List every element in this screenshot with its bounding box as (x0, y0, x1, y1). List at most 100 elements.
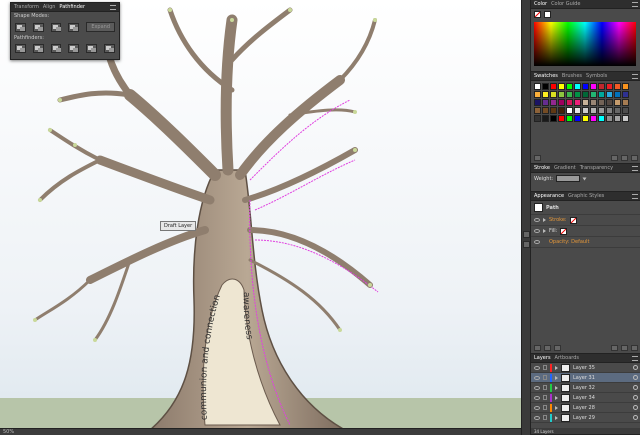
dock-button-1[interactable] (523, 231, 530, 238)
swatch[interactable] (606, 91, 613, 98)
panel-menu-icon[interactable] (632, 193, 638, 199)
swatch[interactable] (590, 107, 597, 114)
swatch[interactable] (582, 91, 589, 98)
lock-icon[interactable] (543, 405, 547, 410)
swatch[interactable] (542, 115, 549, 122)
tab-color[interactable]: Color (534, 1, 547, 7)
layer-row[interactable]: Layer 35 (531, 363, 640, 373)
swatch[interactable] (598, 107, 605, 114)
tab-pathfinder[interactable]: Pathfinder (59, 4, 85, 10)
swatch[interactable] (558, 91, 565, 98)
layer-row[interactable]: Layer 29 (531, 413, 640, 423)
target-icon[interactable] (633, 365, 638, 370)
swatch-library-icon[interactable] (534, 155, 541, 161)
swatch[interactable] (534, 99, 541, 106)
expand-button[interactable]: Expand (86, 22, 116, 32)
swatch[interactable] (622, 83, 629, 90)
eye-icon[interactable] (534, 395, 540, 400)
dock-button-2[interactable] (523, 241, 530, 248)
color-spectrum[interactable] (534, 22, 636, 66)
stroke-color-chip[interactable] (569, 216, 577, 224)
tab-artboards[interactable]: Artboards (555, 355, 579, 361)
trim-button[interactable] (32, 44, 44, 53)
expand-triangle-icon[interactable] (543, 218, 546, 222)
swatch[interactable] (590, 99, 597, 106)
artboard-canvas[interactable]: communion and connection awareness Trans… (0, 0, 521, 435)
swatch[interactable] (622, 99, 629, 106)
appearance-row-fill[interactable]: Fill: (531, 226, 640, 237)
swatch[interactable] (598, 99, 605, 106)
expand-triangle-icon[interactable] (555, 375, 558, 380)
swatch[interactable] (542, 91, 549, 98)
swatch[interactable] (542, 99, 549, 106)
swatch[interactable] (614, 115, 621, 122)
swatch[interactable] (550, 99, 557, 106)
swatch[interactable] (598, 115, 605, 122)
eye-icon[interactable] (534, 385, 540, 390)
divide-button[interactable] (15, 44, 26, 53)
expand-triangle-icon[interactable] (543, 229, 546, 233)
swatch[interactable] (574, 91, 581, 98)
target-icon[interactable] (633, 415, 638, 420)
appearance-row-opacity[interactable]: Opacity: Default (531, 237, 640, 248)
swatch[interactable] (590, 115, 597, 122)
swatch[interactable] (582, 115, 589, 122)
swatch[interactable] (574, 115, 581, 122)
swatch[interactable] (582, 83, 589, 90)
swatch[interactable] (534, 107, 541, 114)
swatch[interactable] (582, 107, 589, 114)
tab-layers[interactable]: Layers (534, 355, 551, 361)
tab-brushes[interactable]: Brushes (562, 73, 582, 79)
tab-graphic-styles[interactable]: Graphic Styles (568, 193, 604, 199)
minus-front-button[interactable] (32, 22, 44, 32)
panel-menu-icon[interactable] (632, 1, 638, 7)
clear-appearance-icon[interactable] (611, 345, 618, 351)
swatch[interactable] (566, 107, 573, 114)
swatch[interactable] (558, 83, 565, 90)
panel-menu-icon[interactable] (632, 73, 638, 79)
add-fill-icon[interactable] (544, 345, 551, 351)
swatch[interactable] (574, 107, 581, 114)
new-group-icon[interactable] (611, 155, 618, 161)
swatch[interactable] (566, 115, 573, 122)
tab-gradient[interactable]: Gradient (554, 165, 576, 171)
swatch[interactable] (606, 83, 613, 90)
swatch[interactable] (598, 83, 605, 90)
layer-row[interactable]: Layer 34 (531, 393, 640, 403)
target-icon[interactable] (633, 385, 638, 390)
white-swatch[interactable] (544, 11, 551, 18)
lock-icon[interactable] (543, 385, 547, 390)
new-swatch-icon[interactable] (621, 155, 628, 161)
lock-icon[interactable] (543, 375, 547, 380)
eye-icon[interactable] (534, 365, 540, 370)
layer-row[interactable]: Layer 28 (531, 403, 640, 413)
eye-icon[interactable] (534, 229, 540, 233)
swatch[interactable] (622, 115, 629, 122)
tab-transform[interactable]: Transform (14, 4, 39, 10)
lock-icon[interactable] (543, 365, 547, 370)
swatch[interactable] (614, 99, 621, 106)
swatch[interactable] (614, 83, 621, 90)
eye-icon[interactable] (534, 415, 540, 420)
lock-icon[interactable] (543, 415, 547, 420)
eye-icon[interactable] (534, 218, 540, 222)
panel-menu-icon[interactable] (632, 355, 638, 361)
target-icon[interactable] (633, 375, 638, 380)
swatch[interactable] (574, 83, 581, 90)
swatch[interactable] (582, 99, 589, 106)
chevron-down-icon[interactable] (582, 177, 587, 180)
target-icon[interactable] (633, 405, 638, 410)
swatch[interactable] (534, 83, 541, 90)
add-stroke-icon[interactable] (534, 345, 541, 351)
swatch[interactable] (542, 107, 549, 114)
weight-field[interactable] (556, 175, 581, 182)
tab-stroke[interactable]: Stroke (534, 165, 550, 171)
trash-icon[interactable] (631, 345, 638, 351)
swatch[interactable] (566, 91, 573, 98)
swatch[interactable] (614, 91, 621, 98)
swatch[interactable] (534, 115, 541, 122)
target-icon[interactable] (633, 395, 638, 400)
swatch[interactable] (590, 83, 597, 90)
tab-symbols[interactable]: Symbols (586, 73, 607, 79)
outline-button[interactable] (86, 44, 98, 53)
